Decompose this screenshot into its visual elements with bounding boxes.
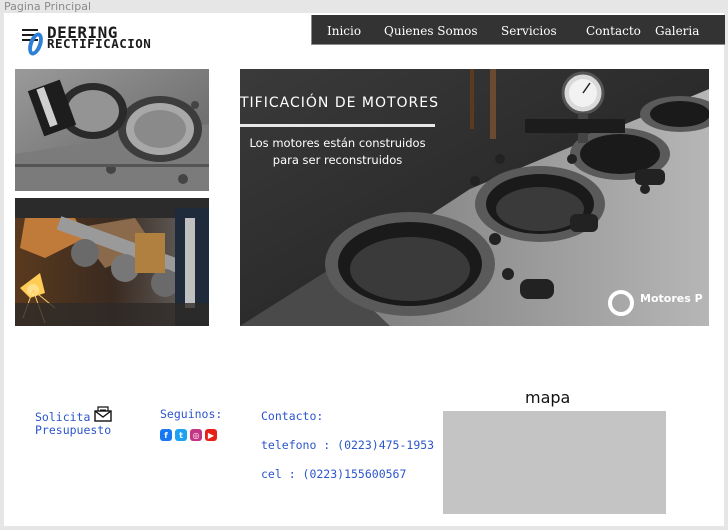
crankshaft-grinding-image: [15, 198, 209, 326]
social-label: Seguinos:: [160, 407, 223, 421]
hero-subtitle-line2: para ser reconstruidos: [272, 153, 403, 167]
logo-text-line2: RECTIFICACION: [47, 36, 152, 51]
social-icons: f t ◎ ▶: [160, 429, 217, 441]
engine-block-image: [15, 69, 209, 191]
hero-banner: TIFICACIÓN DE MOTORES Los motores están …: [240, 69, 709, 326]
nav-item-contacto[interactable]: Contacto: [586, 24, 641, 38]
hero-divider: [240, 124, 435, 127]
nav-item-galeria[interactable]: Galeria: [655, 24, 699, 38]
twitter-icon[interactable]: t: [175, 429, 187, 441]
hero-subtitle-line1: Los motores están construidos: [249, 136, 426, 150]
contact-label: Contacto:: [261, 409, 324, 423]
nav-item-quienes-somos[interactable]: Quienes Somos: [384, 24, 478, 38]
envelope-icon[interactable]: [94, 406, 112, 426]
main-nav: Inicio Quienes Somos Servicios Contacto …: [311, 15, 725, 45]
instagram-icon[interactable]: ◎: [190, 429, 202, 441]
youtube-icon[interactable]: ▶: [205, 429, 217, 441]
badge-text: Motores P: [640, 292, 703, 305]
hero-subtitle: Los motores están construidos para ser r…: [240, 135, 435, 169]
nav-item-servicios[interactable]: Servicios: [501, 24, 557, 38]
phone-number[interactable]: telefono : (0223)475-1953: [261, 438, 434, 452]
map-placeholder[interactable]: [443, 411, 666, 514]
nav-item-inicio[interactable]: Inicio: [327, 24, 361, 38]
site-logo[interactable]: DEERING RECTIFICACION: [20, 22, 185, 62]
badge-ring-icon: [608, 290, 634, 316]
map-title: mapa: [525, 388, 571, 407]
facebook-icon[interactable]: f: [160, 429, 172, 441]
cell-number[interactable]: cel : (0223)155600567: [261, 467, 406, 481]
hero-title: TIFICACIÓN DE MOTORES: [240, 95, 440, 111]
window-title: Pagina Principal: [4, 0, 92, 13]
hero-badge: Motores P: [608, 286, 709, 322]
